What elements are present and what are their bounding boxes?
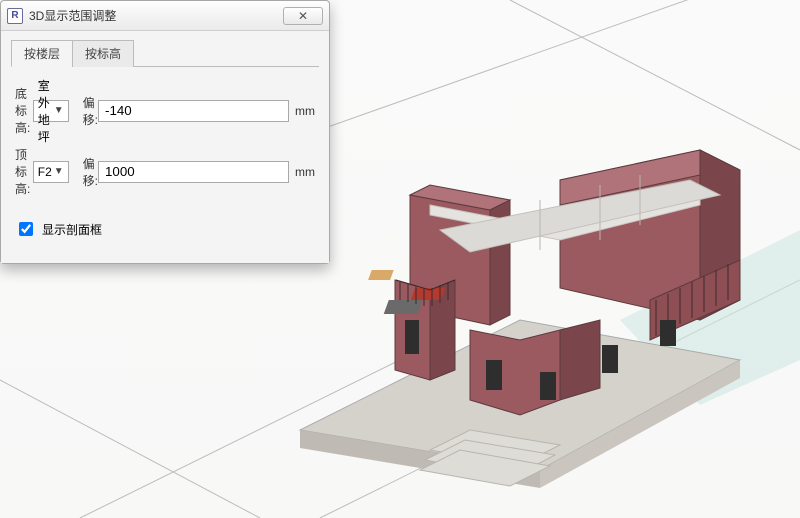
tab-by-level[interactable]: 按标高	[72, 40, 134, 67]
app-icon: R	[7, 8, 23, 24]
unit-top: mm	[295, 165, 315, 179]
combo-top-value: F2	[38, 165, 52, 179]
checkbox-show-section-box[interactable]	[19, 222, 33, 236]
label-top: 顶标高:	[15, 146, 33, 197]
dialog-body: 按楼层 按标高 底标高: 室外地坪 ▼ 偏移: mm 顶标高: F2 ▼	[1, 31, 329, 263]
row-top-level: 顶标高: F2 ▼ 偏移: mm	[15, 146, 315, 197]
row-show-section-box: 显示剖面框	[15, 219, 315, 239]
chevron-down-icon: ▼	[54, 105, 64, 116]
combo-bottom[interactable]: 室外地坪 ▼	[33, 100, 69, 122]
input-offset-bottom[interactable]	[98, 100, 289, 122]
close-icon: ✕	[298, 9, 308, 23]
label-offset-bottom: 偏移:	[83, 94, 98, 128]
label-offset-top: 偏移:	[83, 155, 98, 189]
tabs: 按楼层 按标高	[11, 39, 319, 67]
tab-by-floor[interactable]: 按楼层	[11, 40, 73, 67]
combo-bottom-value: 室外地坪	[38, 77, 54, 145]
checkbox-label: 显示剖面框	[42, 221, 102, 238]
dialog-3d-range: R 3D显示范围调整 ✕ 按楼层 按标高 底标高: 室外地坪 ▼ 偏移: mm	[0, 0, 330, 264]
unit-bottom: mm	[295, 104, 315, 118]
dialog-titlebar[interactable]: R 3D显示范围调整 ✕	[1, 1, 329, 31]
chevron-down-icon: ▼	[54, 166, 64, 177]
combo-top[interactable]: F2 ▼	[33, 161, 69, 183]
dialog-title: 3D显示范围调整	[29, 7, 116, 24]
row-bottom-level: 底标高: 室外地坪 ▼ 偏移: mm	[15, 85, 315, 136]
close-button[interactable]: ✕	[283, 7, 323, 25]
input-offset-top[interactable]	[98, 161, 289, 183]
form: 底标高: 室外地坪 ▼ 偏移: mm 顶标高: F2 ▼ 偏移: mm	[11, 67, 319, 251]
label-bottom: 底标高:	[15, 85, 33, 136]
